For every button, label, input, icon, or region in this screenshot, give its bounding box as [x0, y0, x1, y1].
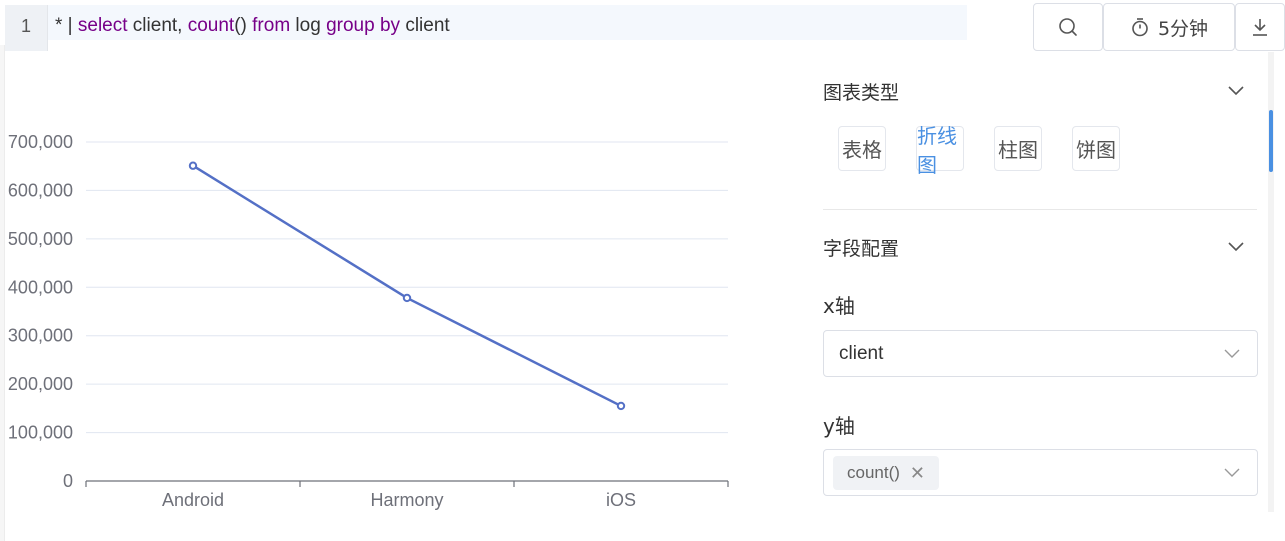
- y-tick-label: 500,000: [8, 229, 73, 249]
- chart-type-pie-button[interactable]: 饼图: [1072, 126, 1120, 171]
- data-point: [188, 161, 198, 170]
- query-text[interactable]: * | select client, count() from log grou…: [55, 5, 450, 47]
- download-icon: [1253, 19, 1267, 36]
- search-icon: [1059, 18, 1077, 36]
- y-axis-label: y轴: [823, 414, 855, 438]
- line-chart: 0 100,000 200,000 300,000 400,000 500,000 600,…: [8, 132, 729, 510]
- y-axis-tag: count() ✕: [833, 456, 940, 490]
- query-token: log: [290, 15, 327, 36]
- query-keyword: count: [187, 15, 235, 36]
- chevron-down-icon[interactable]: [1226, 80, 1246, 100]
- y-axis-select[interactable]: count() ✕: [823, 449, 1258, 496]
- x-axis-label: x轴: [823, 294, 855, 318]
- x-tick-label: Android: [162, 490, 224, 510]
- chevron-down-icon: [1224, 349, 1240, 358]
- y-tick-label: 700,000: [8, 132, 73, 152]
- query-token: client,: [127, 15, 188, 36]
- query-keyword: group: [326, 15, 375, 36]
- series-line: [192, 164, 622, 408]
- close-icon[interactable]: ✕: [910, 463, 925, 484]
- download-button[interactable]: [1235, 3, 1285, 51]
- chart-type-line-button[interactable]: 折线图: [916, 124, 964, 177]
- chevron-down-icon: [1224, 468, 1240, 477]
- stopwatch-icon: [1132, 18, 1148, 37]
- search-button[interactable]: [1033, 3, 1103, 51]
- data-point: [616, 401, 626, 411]
- y-tick-label: 600,000: [8, 180, 73, 200]
- x-axis-select[interactable]: client: [823, 330, 1258, 377]
- scrollbar-thumb[interactable]: [1269, 110, 1273, 172]
- time-range-button[interactable]: 5分钟: [1103, 3, 1235, 51]
- y-tick-label: 0: [63, 471, 73, 491]
- chart-type-bar-button[interactable]: 柱图: [994, 126, 1042, 171]
- query-keyword: by: [379, 15, 401, 36]
- query-token: client: [400, 15, 450, 36]
- chevron-down-icon[interactable]: [1226, 236, 1246, 256]
- y-tick-label: 200,000: [8, 374, 73, 394]
- chart-type-title: 图表类型: [823, 82, 900, 104]
- field-config-title: 字段配置: [823, 238, 900, 260]
- query-token: (): [234, 15, 253, 36]
- x-tick-label: Harmony: [370, 490, 443, 510]
- x-axis-value: client: [839, 343, 884, 364]
- query-keyword: from: [252, 15, 291, 36]
- time-range-label: 5分钟: [1157, 17, 1209, 40]
- query-editor[interactable]: 1 * | select client, count() from log gr…: [5, 5, 967, 51]
- y-tick-label: 100,000: [8, 423, 73, 443]
- panel-scrollbar[interactable]: [1268, 52, 1274, 512]
- chart-type-table-button[interactable]: 表格: [838, 126, 886, 171]
- x-tick-label: iOS: [606, 490, 636, 510]
- query-keyword: select: [77, 15, 128, 36]
- y-axis-tag-label: count(): [847, 463, 900, 482]
- query-token: * |: [55, 15, 78, 36]
- y-tick-label: 400,000: [8, 277, 73, 297]
- data-point: [402, 293, 412, 303]
- section-divider: [823, 209, 1257, 210]
- y-tick-label: 300,000: [8, 326, 73, 346]
